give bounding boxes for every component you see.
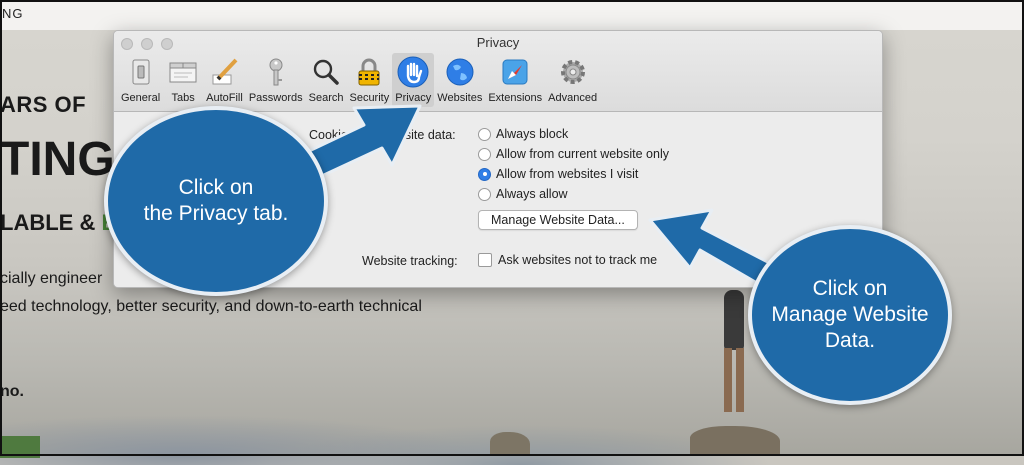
callout-privacy-tab: Click on the Privacy tab. xyxy=(104,106,328,296)
callout-2-line-3: Data. xyxy=(824,329,876,352)
callout-1-line-2: the Privacy tab. xyxy=(143,202,289,225)
callout-1-line-1: Click on xyxy=(178,176,254,199)
callout-2-line-2: Manage Website xyxy=(771,303,929,326)
callout-manage-data: Click on Manage Website Data. xyxy=(748,225,952,405)
callout-2-line-1: Click on xyxy=(812,277,888,300)
